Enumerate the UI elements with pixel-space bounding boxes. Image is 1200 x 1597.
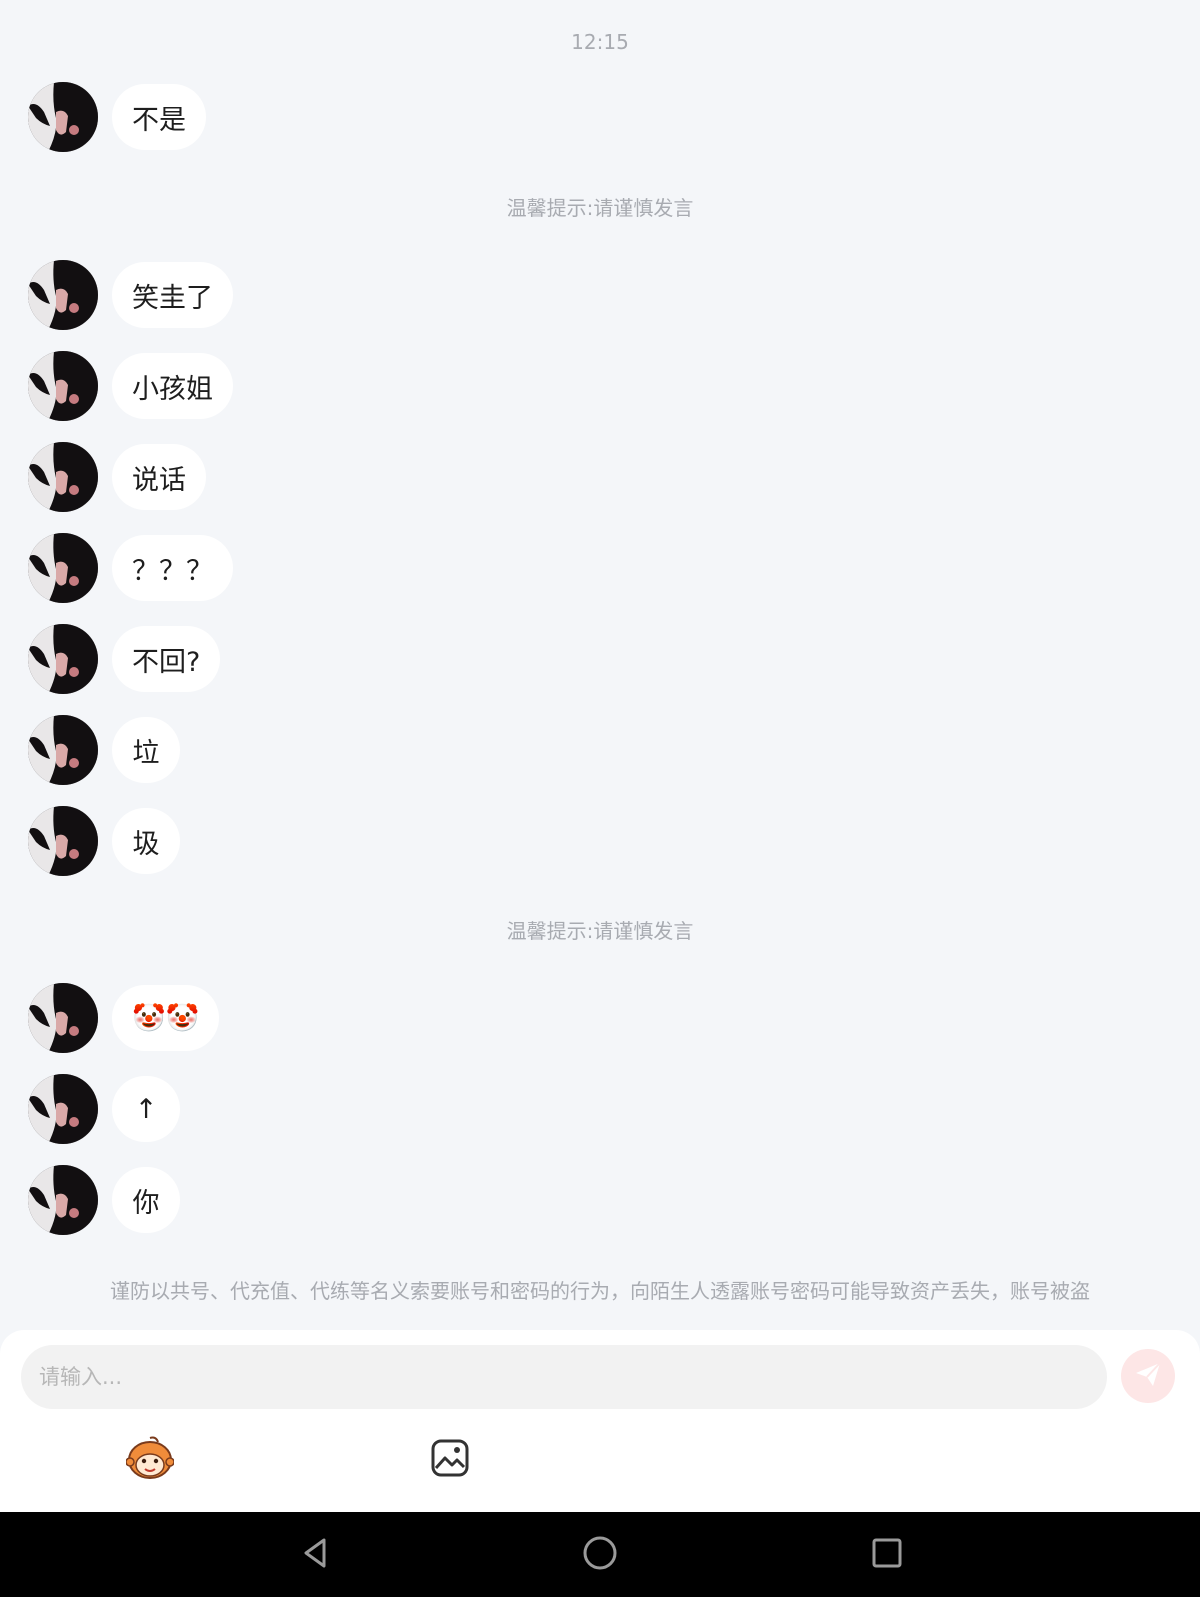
sender-avatar[interactable] [28,533,98,603]
message-bubble[interactable]: 不是 [112,84,206,150]
chat-screen: 12:15 不是 温馨提示:请谨慎发言 笑圭了 小孩姐 说话 ？？？ 不回? 垃… [0,0,1200,1597]
message-row: 不是 [28,82,206,152]
sender-avatar[interactable] [28,82,98,152]
message-bubble[interactable]: 小孩姐 [112,353,233,419]
image-icon [430,1438,470,1482]
composer-panel [0,1330,1200,1512]
send-button[interactable] [1121,1349,1175,1403]
sender-avatar[interactable] [28,806,98,876]
message-bubble[interactable]: ↑ [112,1076,180,1142]
message-bubble[interactable]: 垃 [112,717,180,783]
message-row: ？？？ [28,533,233,603]
message-bubble[interactable]: 不回? [112,626,221,692]
message-list[interactable]: 12:15 不是 温馨提示:请谨慎发言 笑圭了 小孩姐 说话 ？？？ 不回? 垃… [0,0,1200,1330]
notice-text: 温馨提示:请谨慎发言 [506,196,694,220]
paper-plane-icon [1133,1359,1163,1393]
message-bubble[interactable]: 🤡🤡 [112,985,220,1051]
sender-avatar[interactable] [28,624,98,694]
home-circle-icon [582,1535,618,1575]
back-triangle-icon [298,1536,332,1574]
notice-text: 温馨提示:请谨慎发言 [506,919,694,943]
sender-avatar[interactable] [28,1165,98,1235]
image-picker-button[interactable] [426,1436,474,1484]
message-bubble[interactable]: 你 [112,1167,180,1233]
emoji-button[interactable] [125,1436,175,1484]
message-row: 圾 [28,806,180,876]
message-row: 不回? [28,624,221,694]
message-row: 垃 [28,715,180,785]
sender-avatar[interactable] [28,983,98,1053]
sender-avatar[interactable] [28,351,98,421]
recents-square-icon [871,1537,903,1573]
message-input[interactable] [21,1345,1107,1409]
message-row: 🤡🤡 [28,983,220,1053]
sender-avatar[interactable] [28,1074,98,1144]
sender-avatar[interactable] [28,442,98,512]
recents-button[interactable] [862,1530,912,1580]
message-row: 笑圭了 [28,260,233,330]
message-bubble[interactable]: 圾 [112,808,180,874]
message-bubble[interactable]: 笑圭了 [112,262,233,328]
home-button[interactable] [575,1530,625,1580]
back-button[interactable] [290,1530,340,1580]
emoji-mascot-icon [125,1436,175,1484]
system-nav-bar [0,1512,1200,1597]
message-row: 你 [28,1165,180,1235]
message-bubble[interactable]: 说话 [112,444,206,510]
message-row: 小孩姐 [28,351,233,421]
security-warning: 谨防以共号、代充值、代练等名义索要账号和密码的行为，向陌生人透露账号密码可能导致… [110,1279,1090,1303]
message-timestamp: 12:15 [571,30,629,54]
message-row: 说话 [28,442,206,512]
sender-avatar[interactable] [28,715,98,785]
message-row: ↑ [28,1074,180,1144]
sender-avatar[interactable] [28,260,98,330]
message-bubble[interactable]: ？？？ [112,535,233,601]
